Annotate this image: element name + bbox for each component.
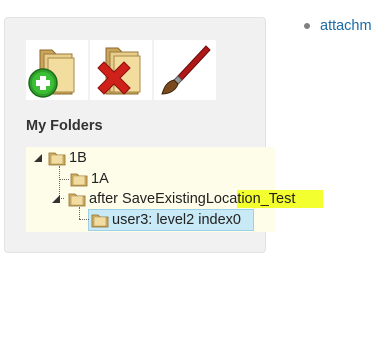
folder-icon xyxy=(48,152,66,166)
delete-folder-button[interactable] xyxy=(90,40,152,100)
side-link-list: attachm xyxy=(302,16,372,36)
edit-folder-button[interactable] xyxy=(154,40,216,100)
folder-icon xyxy=(91,214,109,228)
expanded-triangle-icon[interactable] xyxy=(32,153,44,163)
add-folder-button[interactable] xyxy=(26,40,88,100)
tree-node-after-save[interactable]: after SaveExistingLocation_Test xyxy=(50,189,295,209)
tree-node-label: after SaveExistingLocation_Test xyxy=(89,191,295,207)
label-text: after SaveExistingLocation xyxy=(89,191,261,207)
folder-icon xyxy=(68,193,86,207)
tree-node-1a[interactable]: 1A xyxy=(70,169,109,189)
label-highlighted-text: _Test xyxy=(260,191,296,207)
folder-add-icon xyxy=(28,49,75,98)
tree-node-label: 1A xyxy=(91,171,109,187)
attachments-link[interactable]: attachm xyxy=(320,18,372,34)
tree-node-label: user3: level2 index0 xyxy=(112,212,241,228)
folder-icon xyxy=(70,173,88,187)
tree-node-label: 1B xyxy=(69,150,87,166)
bullet-icon xyxy=(304,23,310,29)
my-folders-heading: My Folders xyxy=(26,118,103,134)
paintbrush-icon xyxy=(161,45,211,95)
tree-connector xyxy=(59,179,69,180)
list-item: attachm xyxy=(302,16,372,36)
expanded-triangle-icon[interactable] xyxy=(50,194,62,204)
tree-connector xyxy=(79,219,89,220)
folder-delete-icon xyxy=(97,47,141,95)
tree-node-1b[interactable]: 1B xyxy=(32,148,87,168)
tree-node-user3[interactable]: user3: level2 index0 xyxy=(91,210,241,230)
